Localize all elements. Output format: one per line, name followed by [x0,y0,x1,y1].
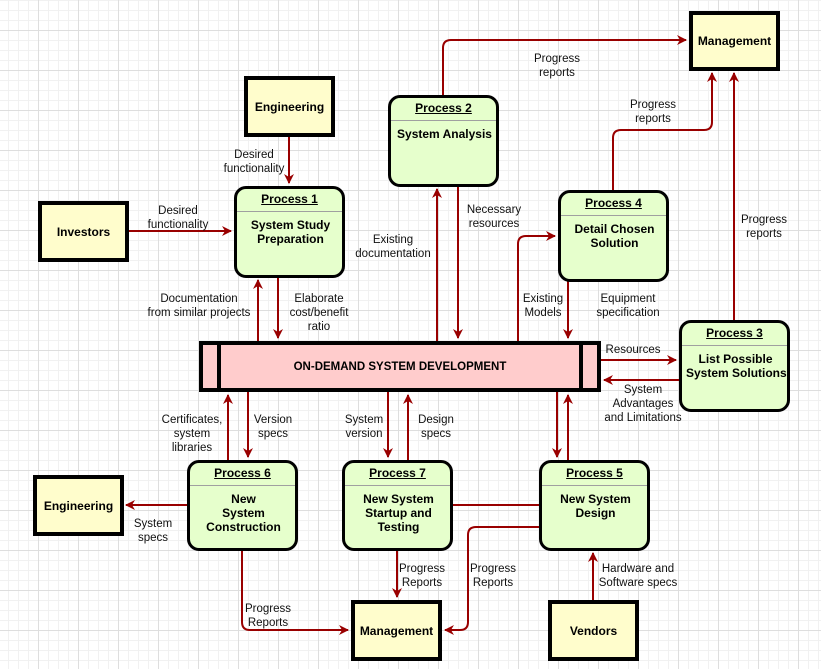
entity-label: Management [359,623,434,638]
edge-p4-to-management-top [612,72,717,190]
flow-label-investors-to-p1: Desired functionality [147,205,209,231]
process-title: Process 2 [391,98,496,121]
flow-label-p2-to-management: Progress reports [533,53,581,79]
edge-store-to-p4 [517,231,556,341]
process-name: New System Construction [206,492,281,534]
flow-label-p4-to-store: Equipment specification [596,293,660,319]
entity-engineering-bottom[interactable]: Engineering [33,475,124,536]
process-5[interactable]: Process 5 New System Design [539,460,650,551]
process-4[interactable]: Process 4 Detail Chosen Solution [558,190,669,282]
entity-label: Management [697,34,772,48]
process-name: System Study Preparation [250,218,331,246]
entity-vendors[interactable]: Vendors [548,600,639,661]
process-1[interactable]: Process 1 System Study Preparation [234,186,345,278]
flow-label-p7-to-store: Design specs [418,414,454,440]
process-name: New System Startup and Testing [363,492,434,534]
entity-label: Vendors [569,623,618,638]
flow-label-store-to-p6: Version specs [253,414,293,440]
process-7[interactable]: Process 7 New System Startup and Testing [342,460,453,551]
flow-label-store-to-p1: Documentation from similar projects [147,293,251,319]
entity-label: Investors [56,224,111,239]
process-2[interactable]: Process 2 System Analysis [388,95,499,187]
store-label: ON-DEMAND SYSTEM DEVELOPMENT [293,360,507,373]
entity-label: Engineering [254,99,325,114]
flow-label-engineering-to-p1: Desired functionality [223,149,285,175]
flow-label-p6-to-store: Certificates, system libraries [161,414,223,454]
flow-label-p6-to-engineering: System specs [133,518,173,544]
entity-management-top[interactable]: Management [689,11,780,71]
process-name: System Analysis [397,127,492,141]
process-name: New System Design [560,492,631,520]
data-store-on-demand-system-development[interactable]: ON-DEMAND SYSTEM DEVELOPMENT [199,341,601,392]
flow-label-p2-to-store: Necessary resources [466,204,522,230]
flow-label-store-to-p3: Resources [605,344,661,356]
process-title: Process 3 [682,323,787,346]
process-3[interactable]: Process 3 List Possible System Solutions [679,320,790,412]
flow-label-p4-to-management: Progress reports [629,99,677,125]
flow-label-store-to-p7: System version [344,414,384,440]
process-title: Process 5 [542,463,647,486]
process-name: Detail Chosen Solution [574,222,655,250]
process-title: Process 6 [190,463,295,486]
process-title: Process 4 [561,193,666,216]
entity-management-bottom[interactable]: Management [351,600,442,661]
process-title: Process 1 [237,189,342,212]
process-6[interactable]: Process 6 New System Construction [187,460,298,551]
entity-label: Engineering [43,498,114,513]
flow-label-p3-to-store: System Advantages and Limitations [604,384,682,424]
flow-label-vendors-to-p5: Hardware and Software specs [598,563,678,589]
flow-label-p6-to-management: Progress Reports [244,603,292,629]
process-title: Process 7 [345,463,450,486]
process-name: List Possible System Solutions [686,352,787,380]
flow-label-p5-to-management: Progress Reports [469,563,517,589]
flow-label-p7-to-management: Progress Reports [398,563,446,589]
entity-engineering-top[interactable]: Engineering [244,76,335,137]
flow-label-store-to-p2: Existing documentation [355,234,431,260]
entity-investors[interactable]: Investors [38,201,129,262]
flow-label-p1-to-store: Elaborate cost/benefit ratio [289,293,349,333]
store-right-divider [579,345,583,388]
flow-label-store-to-p4: Existing Models [522,293,564,319]
flow-label-p3-to-management: Progress reports [740,214,788,240]
